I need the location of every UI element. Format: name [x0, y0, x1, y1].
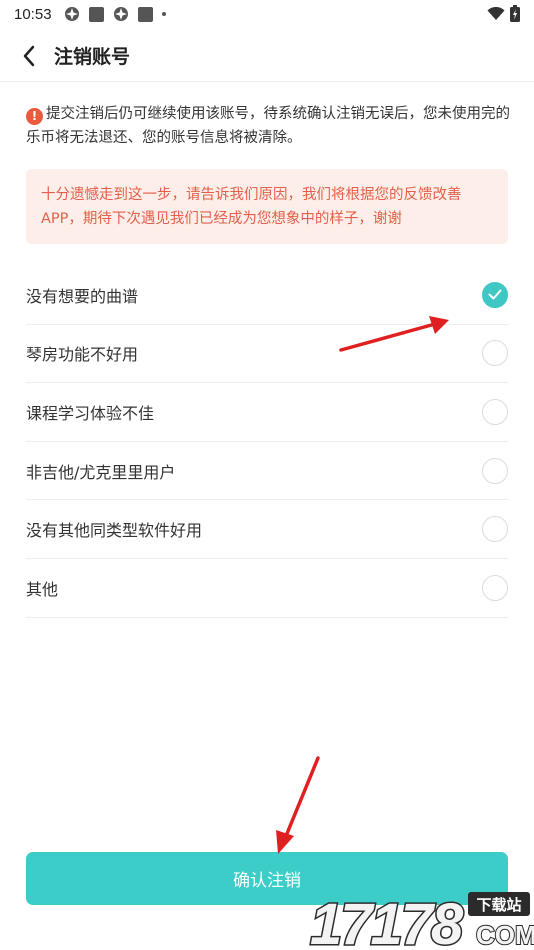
reason-label: 其他: [26, 579, 59, 599]
annotation-arrow-icon: [276, 756, 320, 854]
reason-radio[interactable]: [482, 457, 508, 484]
checkmark-icon: [488, 289, 502, 300]
exclamation-circle-icon: !: [26, 107, 43, 125]
reason-option[interactable]: 课程学习体验不佳: [26, 383, 508, 442]
reason-label: 课程学习体验不佳: [26, 403, 155, 423]
reason-option[interactable]: 琴房功能不好用: [26, 325, 508, 384]
more-notifications-dot: [161, 12, 166, 16]
reason-option[interactable]: 没有其他同类型软件好用: [26, 500, 508, 559]
app-notification-icon: [137, 6, 153, 22]
notice-text: 提交注销后仍可继续使用该账号，待系统确认注销无误后，您未使用完的乐币将无法退还、…: [26, 106, 510, 146]
notification-icons: [64, 6, 166, 22]
svg-text:17178: 17178: [310, 892, 464, 950]
reason-label: 非吉他/尤克里里用户: [26, 462, 176, 482]
reason-radio[interactable]: [482, 574, 508, 601]
app-notification-icon: [64, 7, 79, 21]
cancellation-notice: ! 提交注销后仍可继续使用该账号，待系统确认注销无误后，您未使用完的乐币将无法退还…: [26, 102, 510, 150]
battery-icon: [510, 5, 520, 22]
app-notification-icon: [113, 7, 128, 21]
svg-text:COM: COM: [476, 920, 534, 950]
back-button[interactable]: [4, 30, 54, 82]
reason-option[interactable]: 其他: [26, 559, 508, 618]
reason-radio[interactable]: [482, 340, 508, 367]
reason-radio[interactable]: [482, 516, 508, 543]
app-header: 注销账号: [0, 30, 534, 82]
status-time: 10:53: [14, 5, 52, 23]
reason-label: 没有其他同类型软件好用: [26, 521, 203, 541]
svg-text:下载站: 下载站: [476, 896, 521, 914]
reason-radio[interactable]: [482, 398, 508, 425]
chevron-left-icon: [23, 45, 35, 66]
wifi-icon: [487, 6, 505, 20]
reason-radio-checked[interactable]: [482, 281, 508, 308]
reason-label: 没有想要的曲谱: [26, 286, 139, 306]
status-bar: 10:53: [0, 0, 534, 28]
feedback-prompt: 十分遗憾走到这一步，请告诉我们原因，我们将根据您的反馈改善APP，期待下次遇见我…: [26, 169, 508, 244]
reason-option[interactable]: 非吉他/尤克里里用户: [26, 442, 508, 501]
confirm-cancel-label: 确认注销: [233, 871, 301, 891]
reason-label: 琴房功能不好用: [26, 345, 139, 365]
app-notification-icon: [88, 6, 104, 22]
feedback-prompt-text: 十分遗憾走到这一步，请告诉我们原因，我们将根据您的反馈改善APP，期待下次遇见我…: [41, 187, 462, 227]
site-watermark-logo: 17178 下载站 COM: [309, 891, 534, 950]
system-icons: [487, 5, 520, 22]
reason-option[interactable]: 没有想要的曲谱: [26, 266, 508, 325]
page-title: 注销账号: [54, 46, 131, 68]
reason-list: 没有想要的曲谱 琴房功能不好用 课程学习体验不佳 非吉他/尤克里里用户 没有其他…: [26, 266, 508, 618]
